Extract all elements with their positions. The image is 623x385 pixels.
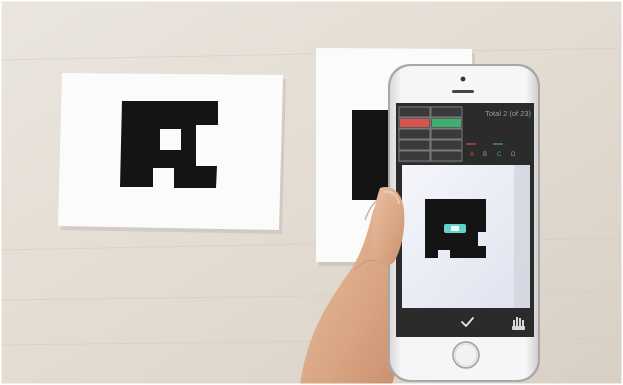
camera-viewfinder (402, 165, 530, 308)
scene-svg: Total 2 (of 23) A B C D (0, 0, 623, 385)
green-response-bar (432, 119, 461, 127)
photo-scene: Total 2 (of 23) A B C D (0, 0, 623, 385)
right-fiducial-marker (352, 110, 390, 200)
smartphone: Total 2 (of 23) A B C D (388, 64, 540, 382)
earpiece (452, 90, 474, 93)
vote-letter-c: C (497, 152, 502, 158)
response-grid (398, 106, 463, 163)
vote-letter-a: A (470, 152, 474, 158)
red-response-bar (400, 119, 429, 127)
left-marker-card (58, 73, 286, 234)
bottom-toolbar (396, 310, 534, 337)
home-button[interactable] (452, 341, 480, 369)
front-camera-icon (460, 76, 466, 82)
vote-letter-d: D (511, 152, 516, 158)
response-counter: Total 2 (of 23) (485, 109, 531, 118)
vote-letter-b: B (483, 152, 487, 158)
